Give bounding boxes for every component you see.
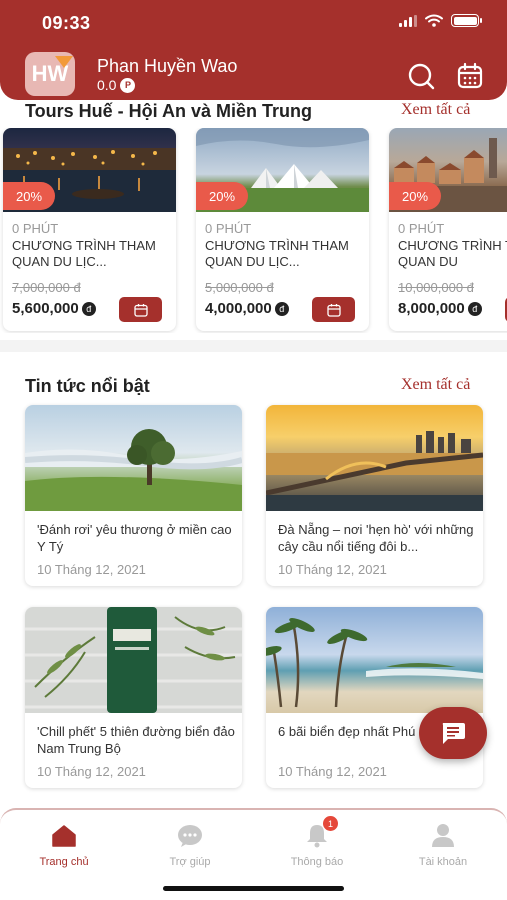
news-card[interactable]: Đà Nẵng – nơi 'hẹn hò' với những cây cầu…: [266, 405, 483, 586]
status-icons: [399, 14, 482, 27]
tour-card[interactable]: 20% 0 PHÚT CHƯƠNG TRÌNH THAM QUAN DU LỊC…: [3, 128, 176, 331]
app-header: 09:33 HW Phan Huyền Wao 0.0 P: [0, 0, 507, 100]
news-image-dragon-bridge: [266, 405, 483, 511]
nav-item-home[interactable]: Trang chủ: [14, 818, 114, 868]
currency-badge: đ: [81, 301, 96, 316]
currency-badge: đ: [467, 301, 482, 316]
tour-duration: 0 PHÚT: [12, 221, 59, 236]
book-tour-button[interactable]: [312, 297, 355, 322]
tour-price: 4,000,000 đ: [205, 300, 289, 317]
tour-price-value: 8,000,000: [398, 300, 465, 317]
calendar-button[interactable]: [455, 62, 485, 90]
news-card[interactable]: 6 bãi biển đẹp nhất Phú 10 Tháng 12, 202…: [266, 607, 483, 788]
tour-card[interactable]: 20% 0 PHÚT CHƯƠNG TRÌNH THAM QUAN DU 10,…: [389, 128, 507, 331]
tour-image-white-domes: 20%: [196, 128, 369, 212]
tour-name: CHƯƠNG TRÌNH THAM QUAN DU LỊC...: [12, 238, 156, 269]
points-value: 0.0: [97, 77, 117, 93]
news-title: Đà Nẵng – nơi 'hẹn hò' với những cây cầu…: [278, 522, 474, 554]
currency-badge: đ: [274, 301, 289, 316]
section-divider: [0, 340, 507, 352]
nav-label-home: Trang chủ: [39, 856, 89, 868]
wifi-icon: [425, 14, 443, 27]
nav-item-account[interactable]: Tài khoản: [393, 818, 493, 868]
tour-image-old-town: 20%: [389, 128, 507, 212]
tour-duration: 0 PHÚT: [205, 221, 252, 236]
tour-old-price: 10,000,000 đ: [398, 280, 474, 295]
news-section-title: Tin tức nổi bật: [25, 376, 150, 396]
discount-badge: 20%: [3, 182, 55, 210]
home-indicator: [163, 886, 344, 891]
calendar-icon: [133, 303, 148, 317]
calendar-icon: [457, 62, 483, 89]
tour-name: CHƯƠNG TRÌNH THAM QUAN DU LỊC...: [205, 238, 349, 269]
tour-old-price: 7,000,000 đ: [12, 280, 81, 295]
news-image-palm-beach: [266, 607, 483, 713]
search-button[interactable]: [406, 62, 436, 90]
discount-badge: 20%: [389, 182, 441, 210]
points-unit-badge: P: [120, 77, 136, 93]
tour-price-value: 4,000,000: [205, 300, 272, 317]
notification-count-badge: 1: [323, 816, 338, 831]
signal-icon: [399, 14, 417, 27]
chat-fab-button[interactable]: [419, 707, 487, 759]
calendar-icon: [326, 303, 341, 317]
news-date: 10 Tháng 12, 2021: [278, 764, 387, 779]
nav-label-help: Trợ giúp: [169, 856, 211, 868]
tour-old-price: 5,000,000 đ: [205, 280, 274, 295]
tour-duration: 0 PHÚT: [398, 221, 445, 236]
news-card[interactable]: 'Đánh rơi' yêu thương ở miền cao Y Tý 10…: [25, 405, 242, 586]
news-see-all-link[interactable]: Xem tất cả: [401, 376, 470, 394]
news-image-misty-hill: [25, 405, 242, 511]
news-title: 'Chill phết' 5 thiên đường biển đảo Nam …: [37, 724, 235, 756]
message-icon: [442, 723, 465, 744]
news-date: 10 Tháng 12, 2021: [37, 764, 146, 779]
search-icon: [408, 63, 435, 90]
news-card[interactable]: 'Chill phết' 5 thiên đường biển đảo Nam …: [25, 607, 242, 788]
nav-item-notifications[interactable]: 1 Thông báo: [267, 816, 367, 868]
discount-badge: 20%: [196, 182, 248, 210]
nav-label-account: Tài khoản: [418, 856, 468, 868]
tour-carousel[interactable]: 20% 0 PHÚT CHƯƠNG TRÌNH THAM QUAN DU LỊC…: [0, 128, 507, 333]
news-date: 10 Tháng 12, 2021: [278, 562, 387, 577]
tour-price: 5,600,000 đ: [12, 300, 96, 317]
tour-image-hoi-an: 20%: [3, 128, 176, 212]
chat-bubble-icon: [178, 825, 202, 847]
battery-icon: [451, 14, 482, 27]
tours-section-title: Tours Huế - Hội An và Miền Trung: [25, 101, 313, 121]
user-name: Phan Huyền Wao: [97, 56, 238, 76]
user-icon: [432, 824, 454, 847]
avatar[interactable]: HW: [25, 52, 75, 96]
status-time: 09:33: [42, 13, 91, 33]
news-image-tea-tree: [25, 607, 242, 713]
user-points: 0.0 P: [97, 77, 136, 93]
tours-see-all-link[interactable]: Xem tất cả: [401, 101, 470, 119]
nav-label-notifications: Thông báo: [290, 856, 344, 868]
home-icon: [52, 825, 76, 847]
avatar-logo-mark: [55, 56, 73, 68]
tour-price-value: 5,600,000: [12, 300, 79, 317]
news-date: 10 Tháng 12, 2021: [37, 562, 146, 577]
tour-name: CHƯƠNG TRÌNH THAM QUAN DU: [398, 238, 507, 269]
news-title: 'Đánh rơi' yêu thương ở miền cao Y Tý: [37, 522, 232, 554]
tour-price: 8,000,000 đ: [398, 300, 482, 317]
nav-item-help[interactable]: Trợ giúp: [140, 818, 240, 868]
book-tour-button[interactable]: [119, 297, 162, 322]
tour-card[interactable]: 20% 0 PHÚT CHƯƠNG TRÌNH THAM QUAN DU LỊC…: [196, 128, 369, 331]
